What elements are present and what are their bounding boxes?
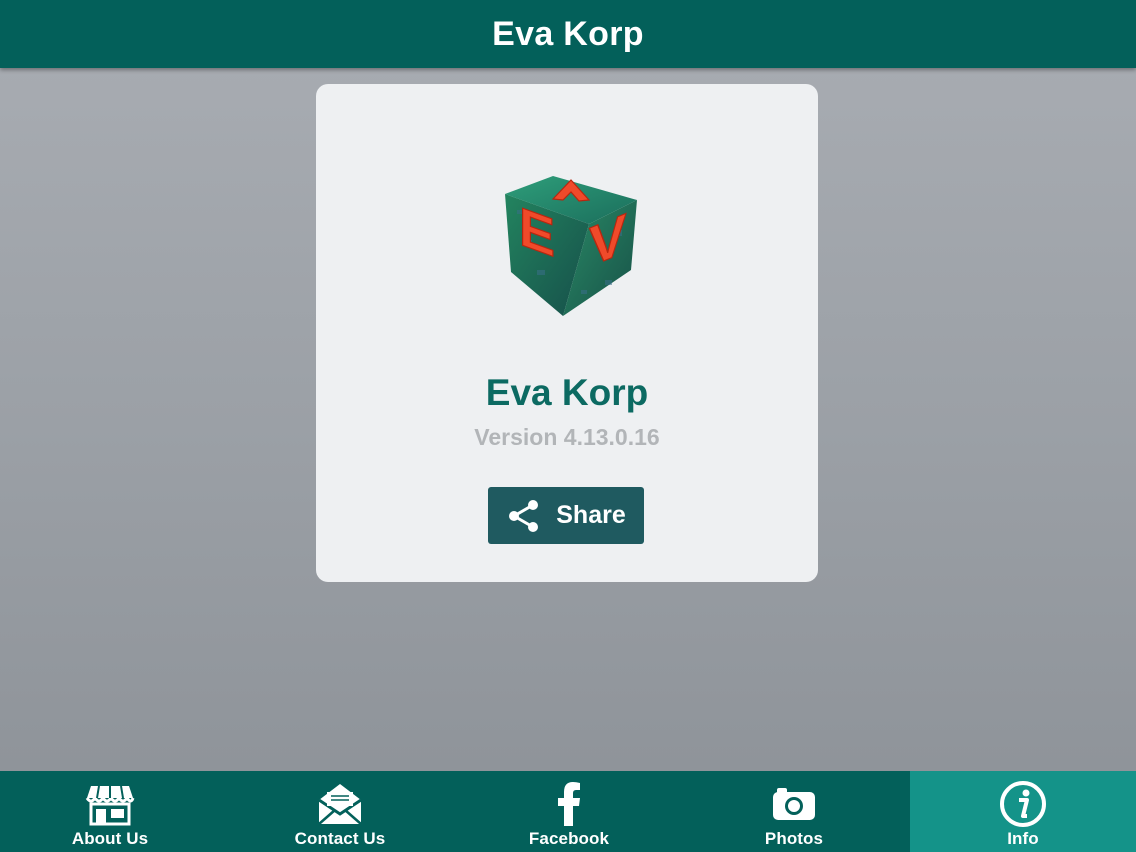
ev-cube-logo: E V xyxy=(505,176,637,316)
envelope-icon xyxy=(318,784,362,825)
share-button[interactable]: Share xyxy=(488,487,644,544)
share-label: Share xyxy=(556,501,626,529)
camera-icon xyxy=(773,788,815,820)
bottom-tab-bar: About Us Contact Us Facebook Photos Info xyxy=(0,771,1136,852)
tab-facebook[interactable]: Facebook xyxy=(460,771,678,852)
share-icon xyxy=(509,499,539,532)
top-app-bar: Eva Korp xyxy=(0,0,1136,68)
tab-label-contact-us: Contact Us xyxy=(294,829,386,848)
tab-label-photos: Photos xyxy=(764,829,824,848)
info-icon xyxy=(1000,781,1046,827)
app-name: Eva Korp xyxy=(485,372,649,413)
tab-info[interactable]: Info xyxy=(910,771,1136,852)
tab-label-facebook: Facebook xyxy=(528,829,610,848)
tab-label-info: Info xyxy=(1007,829,1039,848)
app-info-card: E V Eva Korp Version 4.13.0.16 Share xyxy=(316,84,818,582)
tab-label-about-us: About Us xyxy=(71,829,149,848)
app-version: Version 4.13.0.16 xyxy=(474,424,660,450)
tab-contact-us[interactable]: Contact Us xyxy=(220,771,460,852)
page-title: Eva Korp xyxy=(492,14,644,53)
tab-about-us[interactable]: About Us xyxy=(0,771,220,852)
storefront-icon xyxy=(85,785,135,826)
tab-photos[interactable]: Photos xyxy=(678,771,910,852)
facebook-icon xyxy=(558,782,580,826)
